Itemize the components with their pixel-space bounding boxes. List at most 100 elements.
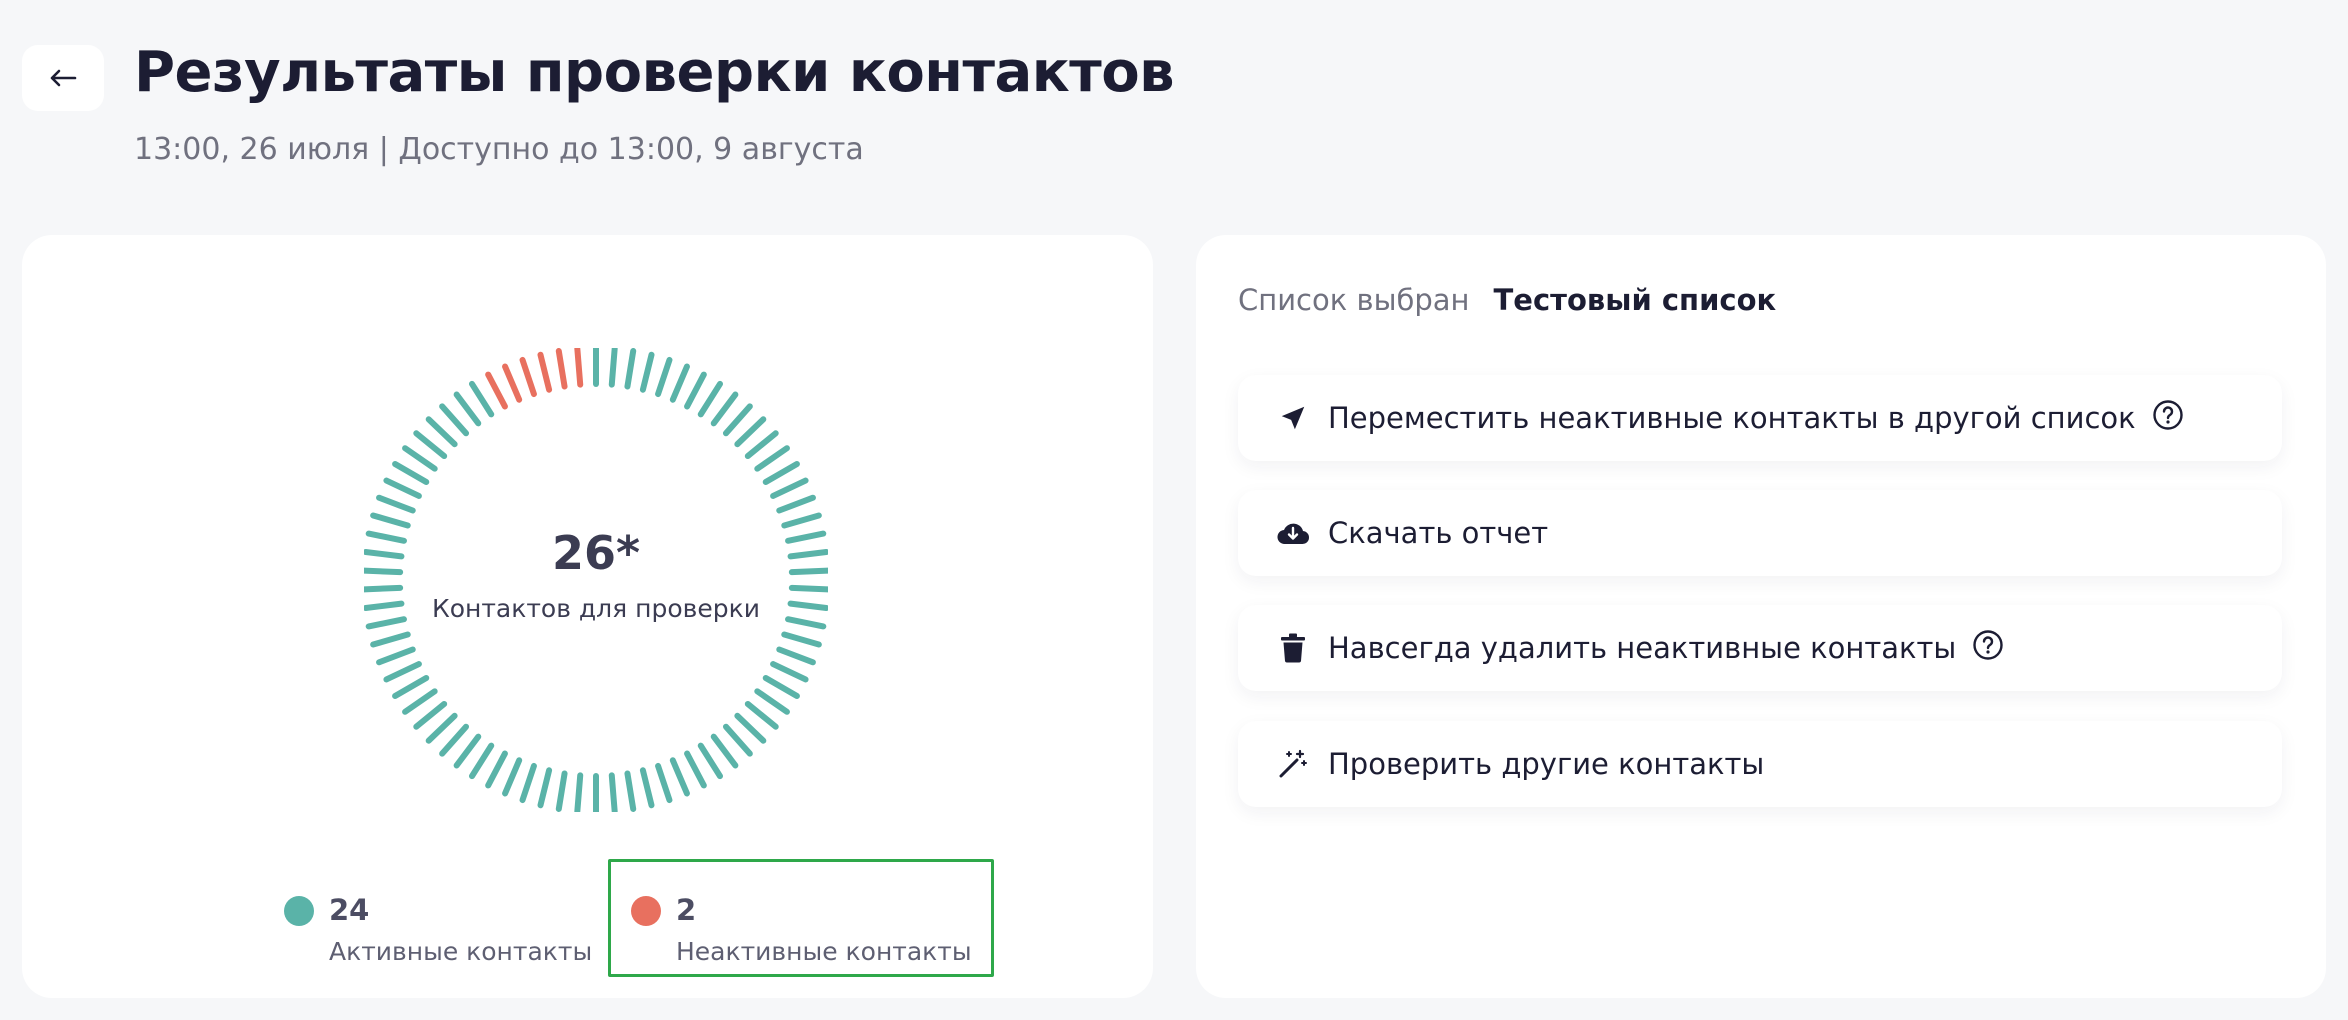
active-tick xyxy=(697,742,723,780)
active-tick xyxy=(453,391,482,427)
contacts-donut-chart xyxy=(364,348,828,812)
check-other-contacts-button[interactable]: Проверить другие контакты xyxy=(1238,721,2282,807)
page-title: Результаты проверки контактов xyxy=(134,40,1175,105)
active-tick xyxy=(413,700,448,730)
active-tick xyxy=(365,530,407,544)
inactive-tick xyxy=(574,348,584,388)
active-tick xyxy=(519,762,537,804)
move-inactive-button[interactable]: Переместить неактивные контакты в другой… xyxy=(1238,375,2282,461)
active-tick xyxy=(370,631,411,648)
inactive-tick xyxy=(555,348,568,390)
magic-wand-icon xyxy=(1276,747,1310,781)
active-tick xyxy=(364,600,405,611)
active-tick xyxy=(425,712,458,744)
active-tick xyxy=(762,675,800,699)
inactive-label: Неактивные контакты xyxy=(676,937,972,966)
active-tick xyxy=(383,477,422,499)
active-tick xyxy=(788,567,828,576)
active-tick xyxy=(722,723,753,757)
active-tick xyxy=(439,403,470,437)
active-dot-icon xyxy=(284,896,314,926)
active-tick xyxy=(744,700,779,730)
page-subtitle: 13:00, 26 июля | Доступно до 13:00, 9 ав… xyxy=(134,132,864,167)
active-tick xyxy=(770,477,809,499)
move-inactive-label: Переместить неактивные контакты в другой… xyxy=(1328,401,2136,435)
send-icon xyxy=(1276,401,1310,435)
actions-card: Список выбран Тестовый список Переместить… xyxy=(1196,235,2326,998)
active-tick xyxy=(655,762,673,804)
download-report-label: Скачать отчет xyxy=(1328,516,1549,550)
active-tick xyxy=(669,363,690,403)
active-tick xyxy=(624,348,637,390)
active-tick xyxy=(788,584,828,593)
active-tick xyxy=(734,712,767,744)
active-tick xyxy=(624,770,637,812)
inactive-tick xyxy=(485,371,508,410)
active-tick xyxy=(502,757,523,797)
check-other-contacts-label: Проверить другие контакты xyxy=(1328,747,1765,781)
arrow-left-icon xyxy=(50,69,77,87)
active-tick xyxy=(754,445,790,472)
delete-inactive-label: Навсегда удалить неактивные контакты xyxy=(1328,631,1957,665)
inactive-count: 2 xyxy=(676,893,697,927)
active-tick xyxy=(655,356,673,398)
active-tick xyxy=(710,391,739,427)
active-tick xyxy=(485,750,508,789)
inactive-tick xyxy=(519,356,537,398)
active-tick xyxy=(376,494,416,514)
active-tick xyxy=(376,646,416,666)
delete-inactive-button[interactable]: Навсегда удалить неактивные контакты xyxy=(1238,605,2282,691)
active-tick xyxy=(776,646,816,666)
selected-list-label: Список выбран xyxy=(1238,283,1470,317)
active-tick xyxy=(639,767,655,809)
active-tick xyxy=(684,371,707,410)
legend-active-contacts[interactable]: 24 Активные контакты xyxy=(284,883,604,993)
active-tick xyxy=(537,767,553,809)
active-tick xyxy=(684,750,707,789)
active-tick xyxy=(365,616,407,630)
active-tick xyxy=(608,772,618,812)
inactive-dot-icon xyxy=(631,896,661,926)
inactive-tick xyxy=(502,363,523,403)
download-report-button[interactable]: Скачать отчет xyxy=(1238,490,2282,576)
active-tick xyxy=(402,445,438,472)
active-tick xyxy=(787,600,828,611)
active-tick xyxy=(787,549,828,560)
active-tick xyxy=(781,512,822,529)
active-tick xyxy=(639,351,655,393)
active-tick xyxy=(785,530,827,544)
inactive-tick xyxy=(537,351,553,393)
active-tick xyxy=(413,430,448,460)
active-tick xyxy=(555,770,568,812)
active-tick xyxy=(392,461,430,485)
active-tick xyxy=(439,723,470,757)
back-button[interactable] xyxy=(22,45,104,111)
selected-list: Список выбран Тестовый список xyxy=(1238,283,1776,317)
active-tick xyxy=(785,616,827,630)
active-tick xyxy=(781,631,822,648)
active-tick xyxy=(392,675,430,699)
selected-list-value: Тестовый список xyxy=(1493,283,1777,317)
active-tick xyxy=(370,512,411,529)
help-circle-icon[interactable] xyxy=(1972,629,2004,661)
trash-icon xyxy=(1276,631,1310,665)
help-circle-icon[interactable] xyxy=(2152,399,2184,431)
active-tick xyxy=(402,688,438,715)
active-tick xyxy=(364,567,404,576)
active-count: 24 xyxy=(329,893,370,927)
legend-inactive-contacts[interactable]: 2 Неактивные контакты xyxy=(608,859,994,977)
active-tick xyxy=(734,416,767,448)
active-tick xyxy=(776,494,816,514)
active-tick xyxy=(364,584,404,593)
active-tick xyxy=(469,380,495,418)
active-tick xyxy=(608,348,618,388)
active-tick xyxy=(425,416,458,448)
summary-card: 26* Контактов для проверки 24 Активные к… xyxy=(22,235,1153,998)
active-label: Активные контакты xyxy=(329,937,593,966)
active-tick xyxy=(744,430,779,460)
active-tick xyxy=(770,661,809,683)
active-tick xyxy=(453,733,482,769)
active-tick xyxy=(364,549,405,560)
active-tick xyxy=(383,661,422,683)
active-tick xyxy=(722,403,753,437)
